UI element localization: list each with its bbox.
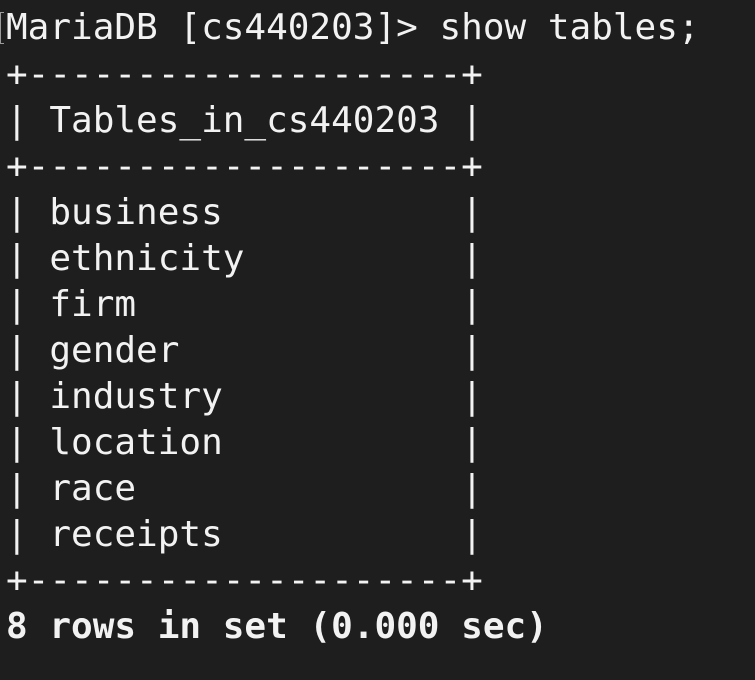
result-status: 8 rows in set (0.000 sec) — [6, 606, 548, 647]
table-row: | firm | — [6, 284, 483, 325]
table-rows: | business | | ethnicity | | firm | | ge… — [6, 190, 483, 558]
table-row: | business | — [6, 192, 483, 233]
table-row: | race | — [6, 468, 483, 509]
terminal-window[interactable]: MariaDB [cs440203]> show tables; +------… — [0, 0, 755, 680]
table-row: | gender | — [6, 330, 483, 371]
table-row: | receipts | — [6, 514, 483, 555]
table-row: | industry | — [6, 376, 483, 417]
terminal-cursor-mark — [0, 12, 4, 44]
table-header: | Tables_in_cs440203 | — [6, 100, 483, 141]
command-line: MariaDB [cs440203]> show tables; — [6, 5, 700, 51]
table-border-header: +--------------------+ — [6, 146, 483, 187]
command-text: show tables; — [439, 7, 700, 48]
table-border-bottom: +--------------------+ — [6, 560, 483, 601]
table-border-top: +--------------------+ — [6, 54, 483, 95]
table-row: | location | — [6, 422, 483, 463]
table-row: | ethnicity | — [6, 238, 483, 279]
prompt-text: MariaDB [cs440203]> — [6, 7, 440, 48]
